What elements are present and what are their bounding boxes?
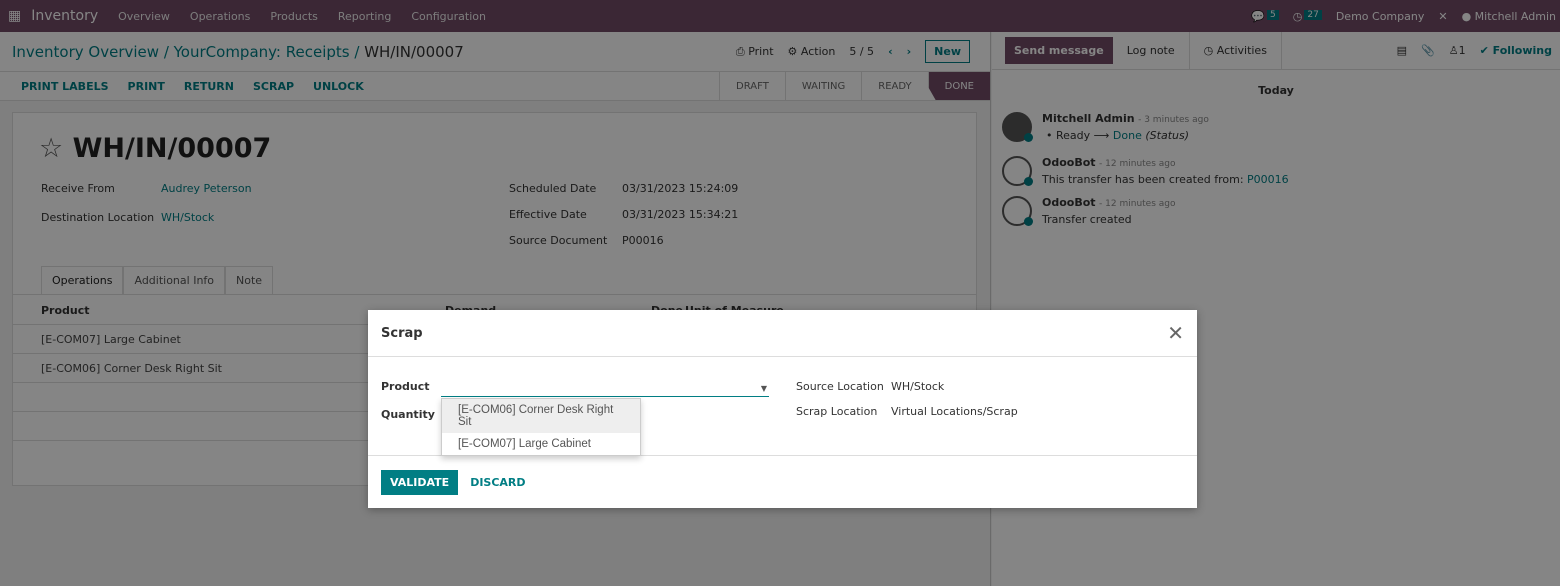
scrap-dialog: Scrap ✕ Product ▼ Quantity [E-COM06] Corn… (368, 310, 1197, 508)
product-label: Product (381, 380, 430, 393)
discard-button[interactable]: DISCARD (470, 476, 525, 489)
scrap-location-value[interactable]: Virtual Locations/Scrap (891, 405, 1018, 418)
product-dropdown: [E-COM06] Corner Desk Right Sit [E-COM07… (441, 398, 641, 456)
scrap-location-label: Scrap Location (796, 405, 878, 418)
caret-down-icon[interactable]: ▼ (761, 384, 767, 393)
dropdown-option[interactable]: [E-COM07] Large Cabinet (442, 433, 640, 455)
validate-button[interactable]: VALIDATE (381, 469, 459, 495)
close-icon[interactable]: ✕ (1167, 321, 1184, 345)
product-input[interactable]: ▼ (441, 377, 769, 397)
source-location-label: Source Location (796, 380, 884, 393)
dialog-title: Scrap (381, 325, 423, 341)
source-location-value[interactable]: WH/Stock (891, 380, 944, 393)
dropdown-option[interactable]: [E-COM06] Corner Desk Right Sit (442, 399, 640, 433)
quantity-label: Quantity (381, 408, 435, 421)
